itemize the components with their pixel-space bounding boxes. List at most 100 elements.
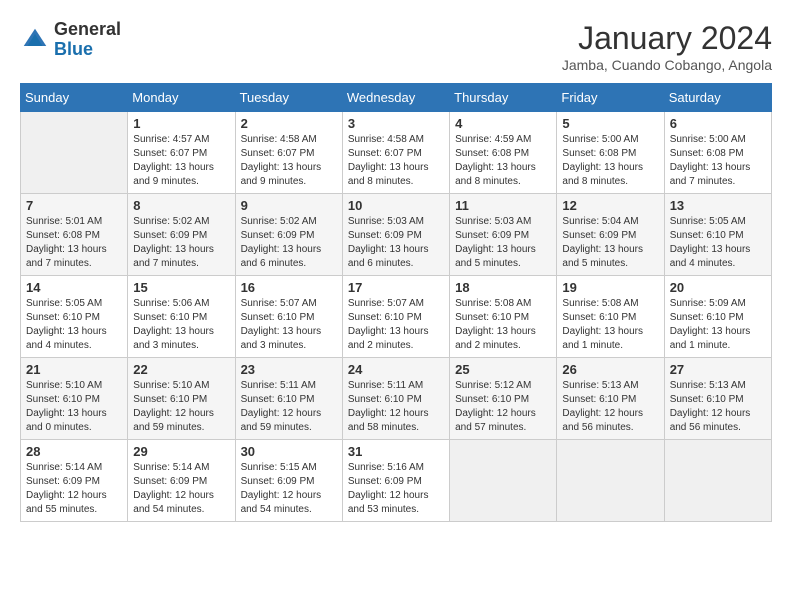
calendar-cell: 27 Sunrise: 5:13 AMSunset: 6:10 PMDayligh… <box>664 358 771 440</box>
calendar-cell <box>557 440 664 522</box>
header-wednesday: Wednesday <box>342 84 449 112</box>
calendar-cell <box>664 440 771 522</box>
title-block: January 2024 Jamba, Cuando Cobango, Ango… <box>562 20 772 73</box>
calendar-cell: 4 Sunrise: 4:59 AMSunset: 6:08 PMDaylight… <box>450 112 557 194</box>
calendar-cell <box>450 440 557 522</box>
day-number: 9 <box>241 198 337 213</box>
day-number: 3 <box>348 116 444 131</box>
day-info: Sunrise: 5:15 AMSunset: 6:09 PMDaylight:… <box>241 461 337 517</box>
logo-blue: Blue <box>54 40 121 60</box>
day-number: 17 <box>348 280 444 295</box>
calendar-cell: 30 Sunrise: 5:15 AMSunset: 6:09 PMDayligh… <box>235 440 342 522</box>
day-info: Sunrise: 5:03 AMSunset: 6:09 PMDaylight:… <box>455 215 551 271</box>
day-number: 15 <box>133 280 229 295</box>
calendar-cell: 10 Sunrise: 5:03 AMSunset: 6:09 PMDayligh… <box>342 194 449 276</box>
calendar-week-5: 28 Sunrise: 5:14 AMSunset: 6:09 PMDayligh… <box>21 440 772 522</box>
calendar-cell: 15Sunrise: 5:06 AMSunset: 6:10 PMDayligh… <box>128 276 235 358</box>
calendar-week-4: 21 Sunrise: 5:10 AMSunset: 6:10 PMDayligh… <box>21 358 772 440</box>
day-info: Sunrise: 5:13 AMSunset: 6:10 PMDaylight:… <box>562 379 658 435</box>
calendar-cell: 1Sunrise: 4:57 AMSunset: 6:07 PMDaylight… <box>128 112 235 194</box>
day-number: 4 <box>455 116 551 131</box>
day-info: Sunrise: 5:13 AMSunset: 6:10 PMDaylight:… <box>670 379 766 435</box>
header-friday: Friday <box>557 84 664 112</box>
calendar-header-row: SundayMondayTuesdayWednesdayThursdayFrid… <box>21 84 772 112</box>
calendar-cell: 19 Sunrise: 5:08 AMSunset: 6:10 PMDayligh… <box>557 276 664 358</box>
calendar-cell: 21 Sunrise: 5:10 AMSunset: 6:10 PMDayligh… <box>21 358 128 440</box>
day-number: 23 <box>241 362 337 377</box>
day-info: Sunrise: 5:08 AMSunset: 6:10 PMDaylight:… <box>455 297 551 353</box>
logo: General Blue <box>20 20 121 60</box>
day-number: 1 <box>133 116 229 131</box>
day-number: 24 <box>348 362 444 377</box>
day-info: Sunrise: 5:00 AMSunset: 6:08 PMDaylight:… <box>670 133 766 189</box>
calendar-cell: 25 Sunrise: 5:12 AMSunset: 6:10 PMDayligh… <box>450 358 557 440</box>
day-number: 20 <box>670 280 766 295</box>
day-info: Sunrise: 5:05 AMSunset: 6:10 PMDaylight:… <box>670 215 766 271</box>
day-info: Sunrise: 5:01 AMSunset: 6:08 PMDaylight:… <box>26 215 122 271</box>
calendar-cell: 12 Sunrise: 5:04 AMSunset: 6:09 PMDayligh… <box>557 194 664 276</box>
calendar-table: SundayMondayTuesdayWednesdayThursdayFrid… <box>20 83 772 522</box>
calendar-week-2: 7 Sunrise: 5:01 AMSunset: 6:08 PMDaylight… <box>21 194 772 276</box>
day-number: 21 <box>26 362 122 377</box>
day-number: 26 <box>562 362 658 377</box>
day-info: Sunrise: 5:00 AMSunset: 6:08 PMDaylight:… <box>562 133 658 189</box>
day-number: 28 <box>26 444 122 459</box>
calendar-cell: 22Sunrise: 5:10 AMSunset: 6:10 PMDayligh… <box>128 358 235 440</box>
calendar-cell: 8 Sunrise: 5:02 AMSunset: 6:09 PMDaylight… <box>128 194 235 276</box>
day-number: 10 <box>348 198 444 213</box>
header-tuesday: Tuesday <box>235 84 342 112</box>
calendar-cell: 16Sunrise: 5:07 AMSunset: 6:10 PMDayligh… <box>235 276 342 358</box>
day-number: 19 <box>562 280 658 295</box>
day-info: Sunrise: 5:14 AMSunset: 6:09 PMDaylight:… <box>133 461 229 517</box>
day-number: 5 <box>562 116 658 131</box>
day-info: Sunrise: 5:05 AMSunset: 6:10 PMDaylight:… <box>26 297 122 353</box>
calendar-cell: 2Sunrise: 4:58 AMSunset: 6:07 PMDaylight… <box>235 112 342 194</box>
day-info: Sunrise: 5:09 AMSunset: 6:10 PMDaylight:… <box>670 297 766 353</box>
day-number: 25 <box>455 362 551 377</box>
calendar-week-1: 1Sunrise: 4:57 AMSunset: 6:07 PMDaylight… <box>21 112 772 194</box>
calendar-cell: 9Sunrise: 5:02 AMSunset: 6:09 PMDaylight… <box>235 194 342 276</box>
day-info: Sunrise: 4:59 AMSunset: 6:08 PMDaylight:… <box>455 133 551 189</box>
day-number: 6 <box>670 116 766 131</box>
header-thursday: Thursday <box>450 84 557 112</box>
page-header: General Blue January 2024 Jamba, Cuando … <box>20 20 772 73</box>
header-sunday: Sunday <box>21 84 128 112</box>
day-number: 11 <box>455 198 551 213</box>
day-info: Sunrise: 5:10 AMSunset: 6:10 PMDaylight:… <box>133 379 229 435</box>
day-info: Sunrise: 5:10 AMSunset: 6:10 PMDaylight:… <box>26 379 122 435</box>
calendar-cell <box>21 112 128 194</box>
day-info: Sunrise: 5:11 AMSunset: 6:10 PMDaylight:… <box>348 379 444 435</box>
location: Jamba, Cuando Cobango, Angola <box>562 57 772 73</box>
calendar-week-3: 14Sunrise: 5:05 AMSunset: 6:10 PMDayligh… <box>21 276 772 358</box>
day-number: 12 <box>562 198 658 213</box>
day-number: 8 <box>133 198 229 213</box>
day-info: Sunrise: 5:16 AMSunset: 6:09 PMDaylight:… <box>348 461 444 517</box>
calendar-cell: 7 Sunrise: 5:01 AMSunset: 6:08 PMDaylight… <box>21 194 128 276</box>
day-number: 27 <box>670 362 766 377</box>
day-info: Sunrise: 5:04 AMSunset: 6:09 PMDaylight:… <box>562 215 658 271</box>
calendar-cell: 24 Sunrise: 5:11 AMSunset: 6:10 PMDayligh… <box>342 358 449 440</box>
header-monday: Monday <box>128 84 235 112</box>
day-info: Sunrise: 5:11 AMSunset: 6:10 PMDaylight:… <box>241 379 337 435</box>
month-title: January 2024 <box>562 20 772 57</box>
day-info: Sunrise: 5:12 AMSunset: 6:10 PMDaylight:… <box>455 379 551 435</box>
day-info: Sunrise: 5:14 AMSunset: 6:09 PMDaylight:… <box>26 461 122 517</box>
calendar-cell: 6 Sunrise: 5:00 AMSunset: 6:08 PMDaylight… <box>664 112 771 194</box>
calendar-cell: 5 Sunrise: 5:00 AMSunset: 6:08 PMDaylight… <box>557 112 664 194</box>
calendar-cell: 20 Sunrise: 5:09 AMSunset: 6:10 PMDayligh… <box>664 276 771 358</box>
day-number: 2 <box>241 116 337 131</box>
day-number: 13 <box>670 198 766 213</box>
calendar-cell: 13 Sunrise: 5:05 AMSunset: 6:10 PMDayligh… <box>664 194 771 276</box>
day-number: 29 <box>133 444 229 459</box>
calendar-cell: 26 Sunrise: 5:13 AMSunset: 6:10 PMDayligh… <box>557 358 664 440</box>
calendar-cell: 3 Sunrise: 4:58 AMSunset: 6:07 PMDaylight… <box>342 112 449 194</box>
day-info: Sunrise: 4:58 AMSunset: 6:07 PMDaylight:… <box>348 133 444 189</box>
day-info: Sunrise: 5:07 AMSunset: 6:10 PMDaylight:… <box>241 297 337 353</box>
day-number: 7 <box>26 198 122 213</box>
day-info: Sunrise: 5:02 AMSunset: 6:09 PMDaylight:… <box>133 215 229 271</box>
day-number: 30 <box>241 444 337 459</box>
header-saturday: Saturday <box>664 84 771 112</box>
day-info: Sunrise: 5:08 AMSunset: 6:10 PMDaylight:… <box>562 297 658 353</box>
calendar-cell: 18Sunrise: 5:08 AMSunset: 6:10 PMDayligh… <box>450 276 557 358</box>
day-info: Sunrise: 5:03 AMSunset: 6:09 PMDaylight:… <box>348 215 444 271</box>
